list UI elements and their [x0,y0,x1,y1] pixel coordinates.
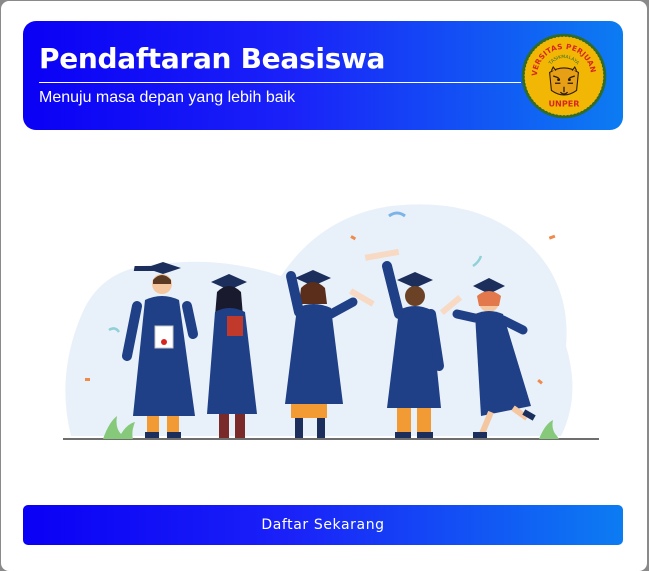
scholarship-card: Pendaftaran Beasiswa Menuju masa depan y… [1,1,647,571]
graduates-celebration-illustration [63,204,599,440]
title-divider [39,82,521,83]
page-subtitle: Menuju masa depan yang lebih baik [39,89,296,106]
header-banner: Pendaftaran Beasiswa Menuju masa depan y… [23,21,623,130]
page-title: Pendaftaran Beasiswa [39,42,386,75]
university-logo: UNIVERSITAS PERJUANGAN TASIKMALAYA UNPER [519,31,607,119]
register-now-button[interactable]: Daftar Sekarang [23,505,623,545]
tiger-emblem-icon [549,65,579,96]
logo-bottom-text: UNPER [549,99,581,109]
